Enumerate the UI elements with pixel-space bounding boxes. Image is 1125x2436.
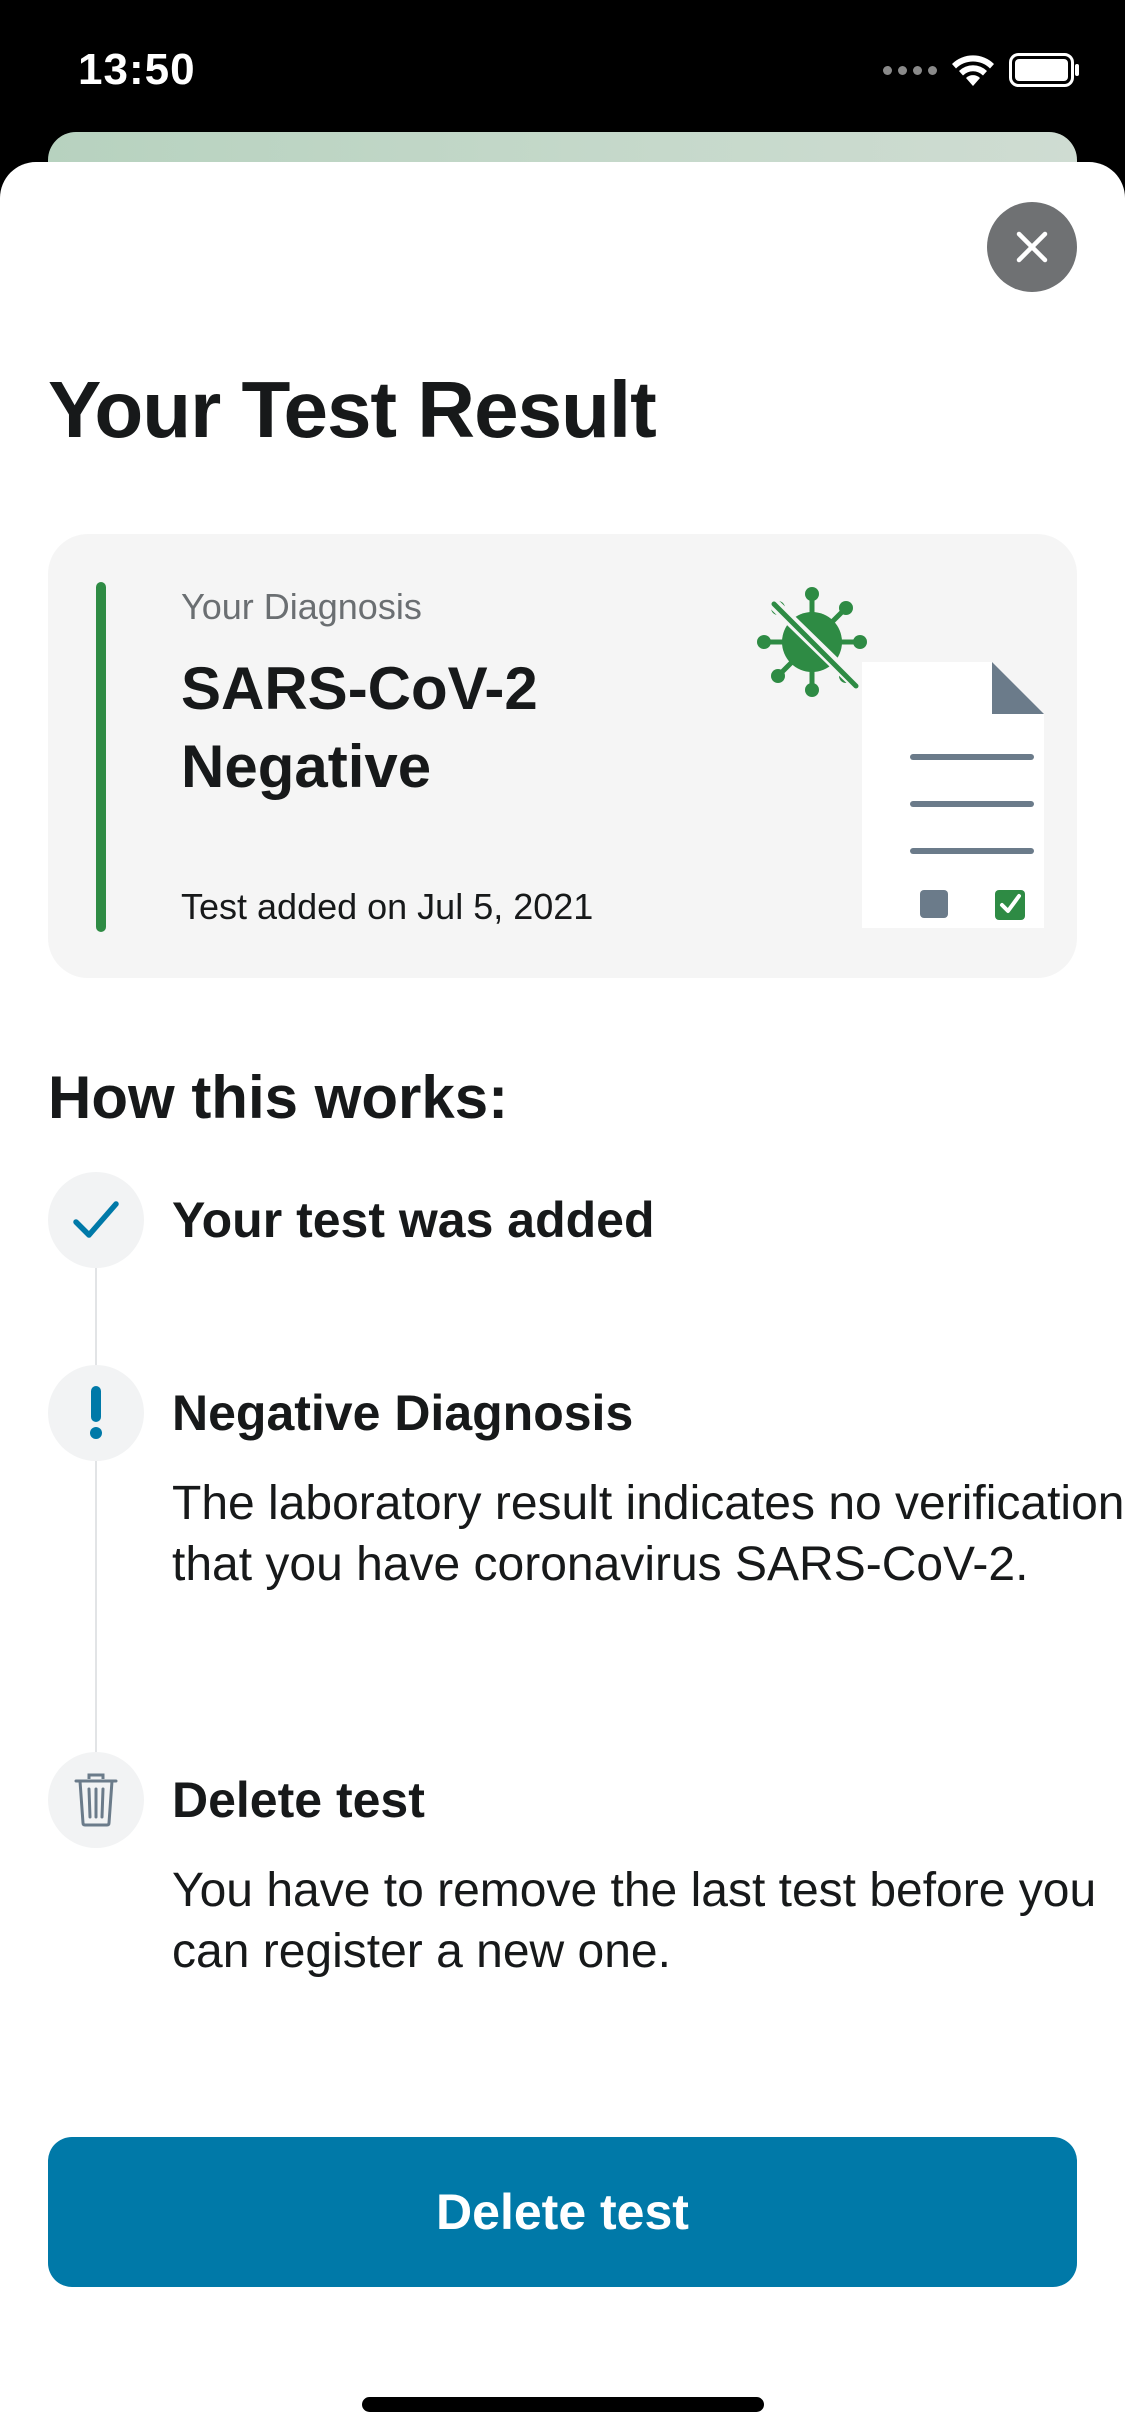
close-button[interactable] — [987, 202, 1077, 292]
modal-sheet — [0, 162, 1125, 2436]
how-it-works-title: How this works: — [48, 1064, 509, 1131]
delete-test-button[interactable]: Delete test — [48, 2137, 1077, 2287]
exclamation-icon — [90, 1386, 102, 1439]
checkmark-icon — [73, 1201, 119, 1238]
step-title: Delete test — [172, 1772, 425, 1828]
test-document-illustration — [757, 587, 1044, 928]
close-icon — [1016, 231, 1048, 263]
page-title: Your Test Result — [48, 365, 657, 454]
signal-dots-icon — [883, 65, 937, 75]
diagnosis-status-bar — [96, 582, 106, 932]
diagnosis-value: SARS-CoV-2 Negative — [181, 655, 538, 800]
status-time: 13:50 — [78, 45, 196, 94]
timeline-connector — [95, 1265, 97, 1765]
diagnosis-card: Your Diagnosis SARS-CoV-2 Negative Test … — [48, 534, 1077, 978]
wifi-icon — [952, 55, 994, 86]
step-title: Negative Diagnosis — [172, 1385, 634, 1441]
home-indicator[interactable] — [362, 2397, 764, 2412]
step-icon-container — [48, 1365, 144, 1461]
step-body: You have to remove the last test before … — [172, 1864, 1097, 1978]
battery-icon — [1009, 53, 1079, 87]
trash-icon — [74, 1773, 118, 1827]
status-icons — [883, 48, 1081, 92]
step-body: The laboratory result indicates no verif… — [172, 1477, 1125, 1591]
step-icon-container — [48, 1752, 144, 1848]
diagnosis-date: Test added on Jul 5, 2021 — [181, 886, 594, 927]
screen: 13:50 Your Test Result Your Diagnosis SA… — [0, 0, 1125, 2436]
step-icon-container — [48, 1172, 144, 1268]
diagnosis-label: Your Diagnosis — [181, 586, 422, 627]
step-title: Your test was added — [172, 1192, 655, 1248]
